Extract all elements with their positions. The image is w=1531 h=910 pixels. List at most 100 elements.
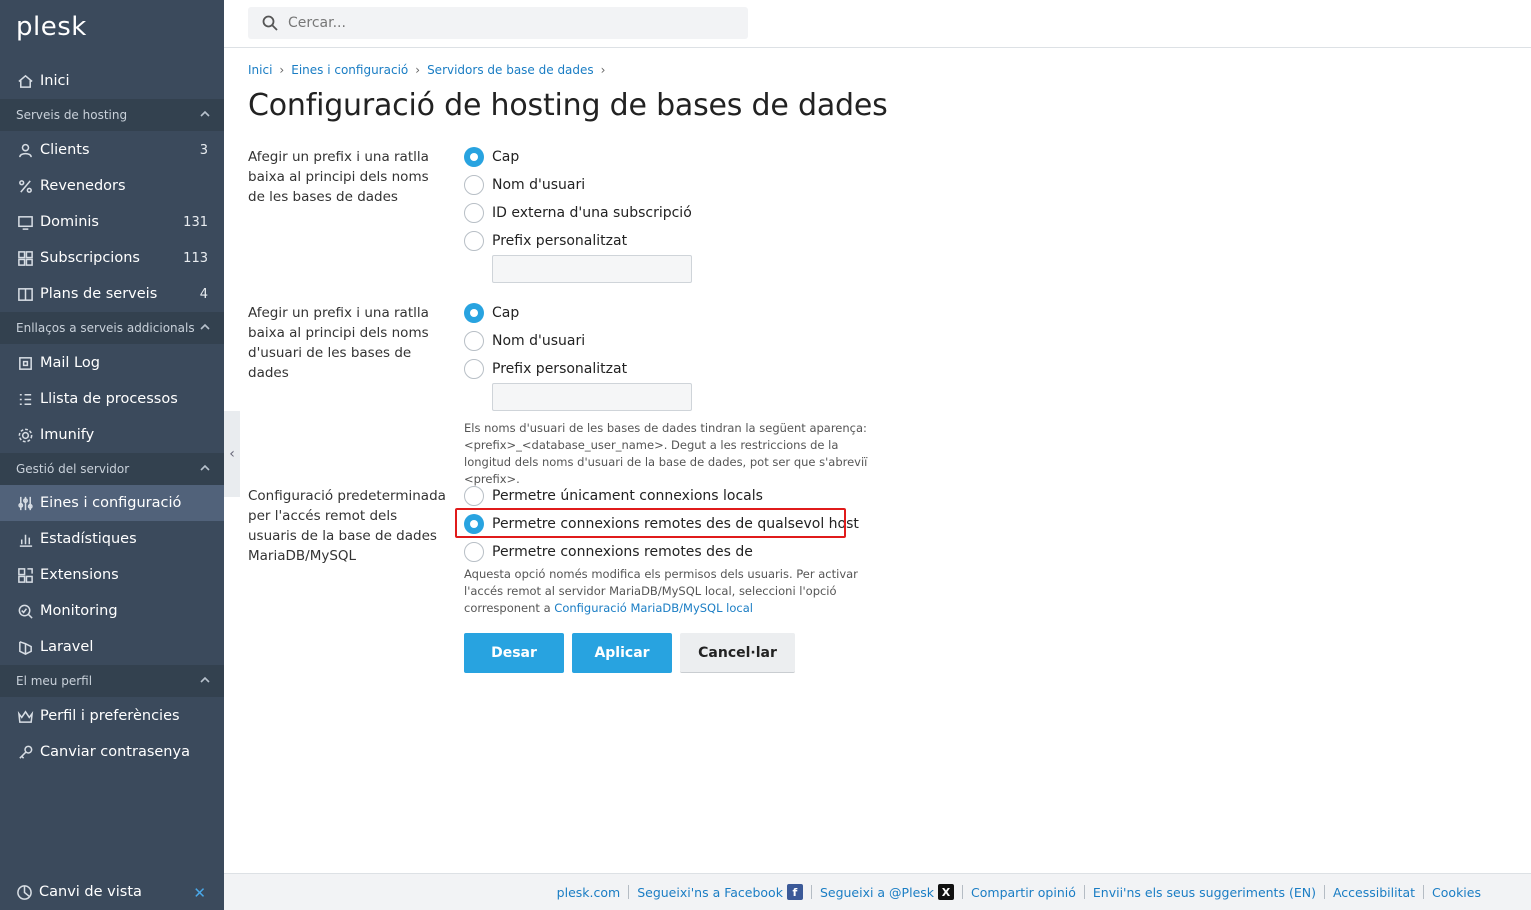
chevron-left-icon: ‹ (229, 446, 235, 462)
sidebar-item-service-plans[interactable]: Plans de serveis 4 (0, 276, 224, 312)
square-icon (16, 354, 34, 372)
footer-link-label: Segueixi'ns a Facebook (637, 884, 783, 900)
radio-icon (464, 542, 484, 562)
apply-button[interactable]: Aplicar (572, 633, 672, 673)
footer-link-facebook[interactable]: Segueixi'ns a Facebook f (637, 884, 803, 900)
sidebar-collapse-handle[interactable]: ‹ (224, 411, 240, 497)
db-prefix-option-custom[interactable]: Prefix personalitzat (464, 231, 627, 251)
section-server[interactable]: Gestió del servidor (0, 453, 224, 485)
close-icon[interactable]: ✕ (193, 884, 206, 902)
footer-link-plesk[interactable]: plesk.com (557, 885, 621, 900)
footer-link-feedback[interactable]: Compartir opinió (971, 885, 1076, 900)
radio-label: Prefix personalitzat (492, 361, 628, 377)
divider (1423, 885, 1425, 899)
save-button[interactable]: Desar (464, 633, 564, 673)
sidebar: plesk Inici Serveis de hosting Clients 3… (0, 0, 224, 910)
breadcrumb-link-home[interactable]: Inici (248, 63, 272, 77)
user-icon (16, 141, 34, 159)
sidebar-item-domains[interactable]: Dominis 131 (0, 204, 224, 240)
sidebar-item-monitoring[interactable]: Monitoring (0, 593, 224, 629)
sidebar-item-process-list[interactable]: Llista de processos (0, 381, 224, 417)
footer-link-accessibility[interactable]: Accessibilitat (1333, 885, 1415, 900)
percent-icon (16, 177, 34, 195)
db-prefix-option-none[interactable]: Cap (464, 147, 519, 167)
radio-label: ID externa d'una subscripció (492, 205, 692, 221)
radio-label: Nom d'usuari (492, 333, 586, 349)
footer-link-cookies[interactable]: Cookies (1432, 885, 1481, 900)
user-prefix-option-custom[interactable]: Prefix personalitzat (464, 359, 627, 379)
sidebar-item-imunify[interactable]: Imunify (0, 417, 224, 453)
sidebar-item-tools-settings[interactable]: Eines i configuració (0, 485, 224, 521)
user-prefix-option-username[interactable]: Nom d'usuari (464, 331, 585, 351)
footer: plesk.com Segueixi'ns a Facebook f Segue… (224, 873, 1531, 910)
sidebar-item-home[interactable]: Inici (0, 63, 224, 99)
divider (1083, 885, 1085, 899)
divider (810, 885, 812, 899)
header (224, 0, 1531, 48)
remote-access-hint: Aquesta opció només modifica els permiso… (464, 566, 874, 617)
section-hosting[interactable]: Serveis de hosting (0, 99, 224, 131)
sidebar-item-statistics[interactable]: Estadístiques (0, 521, 224, 557)
radio-label: Cap (492, 149, 520, 165)
sidebar-item-profile[interactable]: Perfil i preferències (0, 698, 224, 734)
sidebar-item-label: Laravel (40, 639, 94, 655)
user-prefix-custom-input[interactable] (492, 383, 692, 411)
search-box[interactable] (248, 7, 748, 39)
breadcrumb-link-db-servers[interactable]: Servidors de base de dades (427, 63, 594, 77)
footer-link-twitter[interactable]: Segueixi a @Plesk X (820, 884, 955, 900)
chevron-up-icon (200, 462, 210, 472)
remote-access-option-from[interactable]: Permetre connexions remotes des de (464, 542, 753, 562)
home-icon (16, 72, 34, 90)
sidebar-item-label: Canviar contrasenya (40, 744, 190, 760)
palette-icon (16, 884, 33, 901)
monitor-icon (16, 213, 34, 231)
sidebar-item-subscriptions[interactable]: Subscripcions 113 (0, 240, 224, 276)
breadcrumb: Inici › Eines i configuració › Servidors… (248, 63, 612, 77)
sidebar-item-label: Plans de serveis (40, 286, 158, 302)
db-prefix-custom-input[interactable] (492, 255, 692, 283)
remote-access-label: Configuració predeterminada per l'accés … (248, 488, 446, 564)
radio-checked-icon (464, 303, 484, 323)
view-switch[interactable]: Canvi de vista ✕ (0, 874, 224, 910)
sidebar-item-change-password[interactable]: Canviar contrasenya (0, 734, 224, 770)
sidebar-item-extensions[interactable]: Extensions (0, 557, 224, 593)
sidebar-item-label: Extensions (40, 567, 119, 583)
gear-icon (16, 426, 34, 444)
chevron-up-icon (200, 321, 210, 331)
radio-label: Permetre connexions remotes des de (492, 544, 753, 560)
section-label: Enllaços a serveis addicionals (16, 321, 195, 335)
db-prefix-option-external-id[interactable]: ID externa d'una subscripció (464, 203, 692, 223)
sidebar-item-clients[interactable]: Clients 3 (0, 132, 224, 168)
remote-access-option-local[interactable]: Permetre únicament connexions locals (464, 486, 763, 506)
radio-label: Permetre únicament connexions locals (492, 488, 763, 504)
book-icon (16, 285, 34, 303)
search-input[interactable] (288, 15, 708, 31)
cancel-button[interactable]: Cancel·lar (680, 633, 795, 673)
highlight-box (455, 508, 846, 538)
divider (1323, 885, 1325, 899)
sidebar-item-label: Eines i configuració (40, 495, 182, 511)
sidebar-item-mail-log[interactable]: Mail Log (0, 345, 224, 381)
key-icon (16, 743, 34, 761)
crown-icon (16, 707, 34, 725)
sidebar-item-label: Revenedors (40, 178, 126, 194)
footer-links: plesk.com Segueixi'ns a Facebook f Segue… (557, 884, 1481, 900)
radio-icon (464, 175, 484, 195)
sidebar-item-laravel[interactable]: Laravel (0, 629, 224, 665)
user-prefix-option-none[interactable]: Cap (464, 303, 519, 323)
user-prefix-hint: Els noms d'usuari de les bases de dades … (464, 421, 868, 486)
monitoring-icon (16, 602, 34, 620)
section-links[interactable]: Enllaços a serveis addicionals (0, 312, 224, 344)
section-profile[interactable]: El meu perfil (0, 665, 224, 697)
mysql-settings-link[interactable]: Configuració MariaDB/MySQL local (554, 601, 753, 615)
breadcrumb-link-tools[interactable]: Eines i configuració (291, 63, 408, 77)
extensions-icon (16, 566, 34, 584)
sidebar-item-label: Inici (40, 73, 70, 89)
count-badge: 113 (183, 250, 208, 266)
db-prefix-option-username[interactable]: Nom d'usuari (464, 175, 585, 195)
sidebar-item-resellers[interactable]: Revenedors (0, 168, 224, 204)
laravel-icon (16, 638, 34, 656)
plesk-logo[interactable]: plesk (16, 12, 87, 42)
footer-link-suggestions[interactable]: Envii'ns els seus suggeriments (EN) (1093, 885, 1316, 900)
bar-chart-icon (16, 530, 34, 548)
